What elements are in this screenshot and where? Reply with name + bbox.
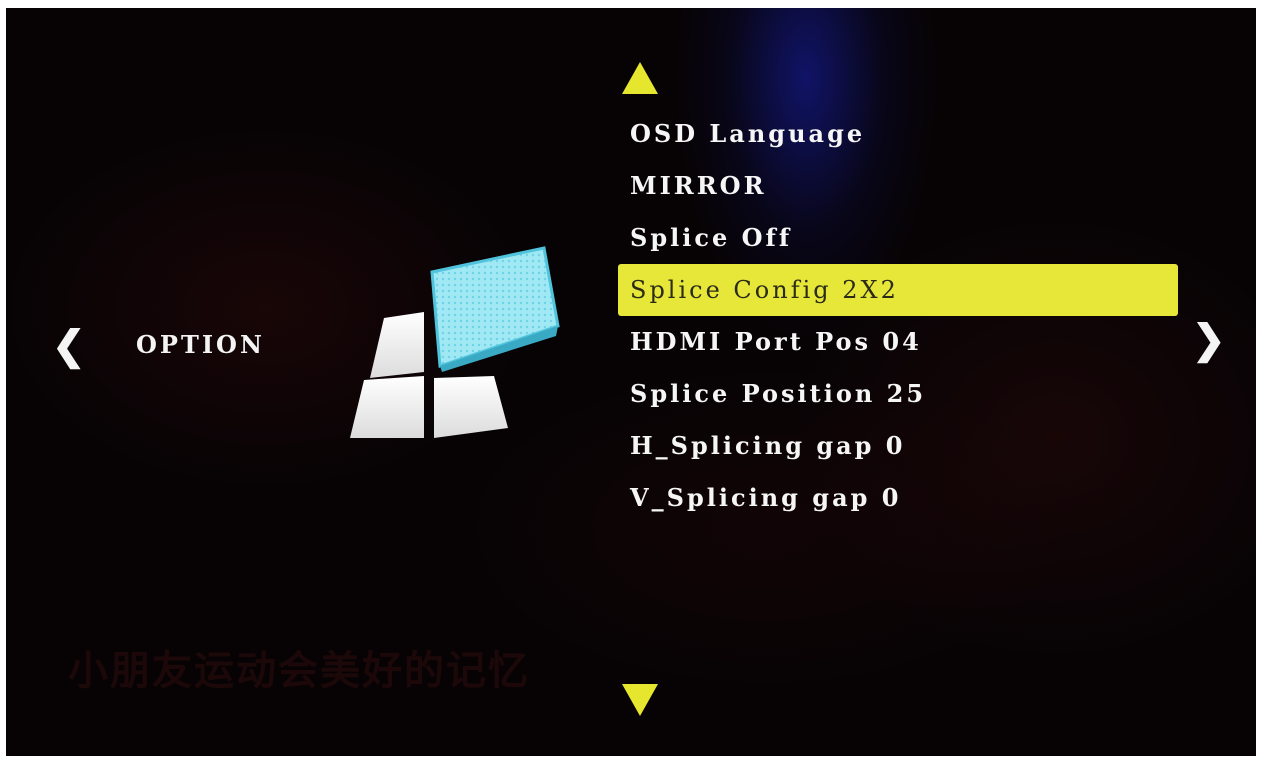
menu-item-hdmi-port-pos[interactable]: HDMI Port Pos 04 <box>618 316 1178 368</box>
triangle-down-icon[interactable] <box>620 682 660 718</box>
menu-item-splice-off[interactable]: Splice Off <box>618 212 1178 264</box>
chevron-right-icon[interactable]: ❯ <box>1192 320 1226 360</box>
menu-item-mirror[interactable]: MIRROR <box>618 160 1178 212</box>
menu-item-osd-language[interactable]: OSD Language <box>618 108 1178 160</box>
menu-item-splice-config[interactable]: Splice Config 2X2 <box>618 264 1178 316</box>
menu-item-h-splicing-gap[interactable]: H_Splicing gap 0 <box>618 420 1178 472</box>
splice-tiles-icon <box>350 246 560 438</box>
menu-item-v-splicing-gap[interactable]: V_Splicing gap 0 <box>618 472 1178 524</box>
menu-item-splice-position[interactable]: Splice Position 25 <box>618 368 1178 420</box>
osd-menu: OSD Language MIRROR Splice Off Splice Co… <box>618 108 1178 524</box>
background-ghost-text: 小朋友运动会美好的记忆 <box>68 648 530 694</box>
triangle-up-icon[interactable] <box>620 60 660 96</box>
chevron-left-icon[interactable]: ❮ <box>52 326 86 366</box>
category-label: OPTION <box>136 330 265 359</box>
osd-screen: 小朋友运动会美好的记忆 ❮ OPTION OSD Language MIRROR <box>6 8 1256 756</box>
